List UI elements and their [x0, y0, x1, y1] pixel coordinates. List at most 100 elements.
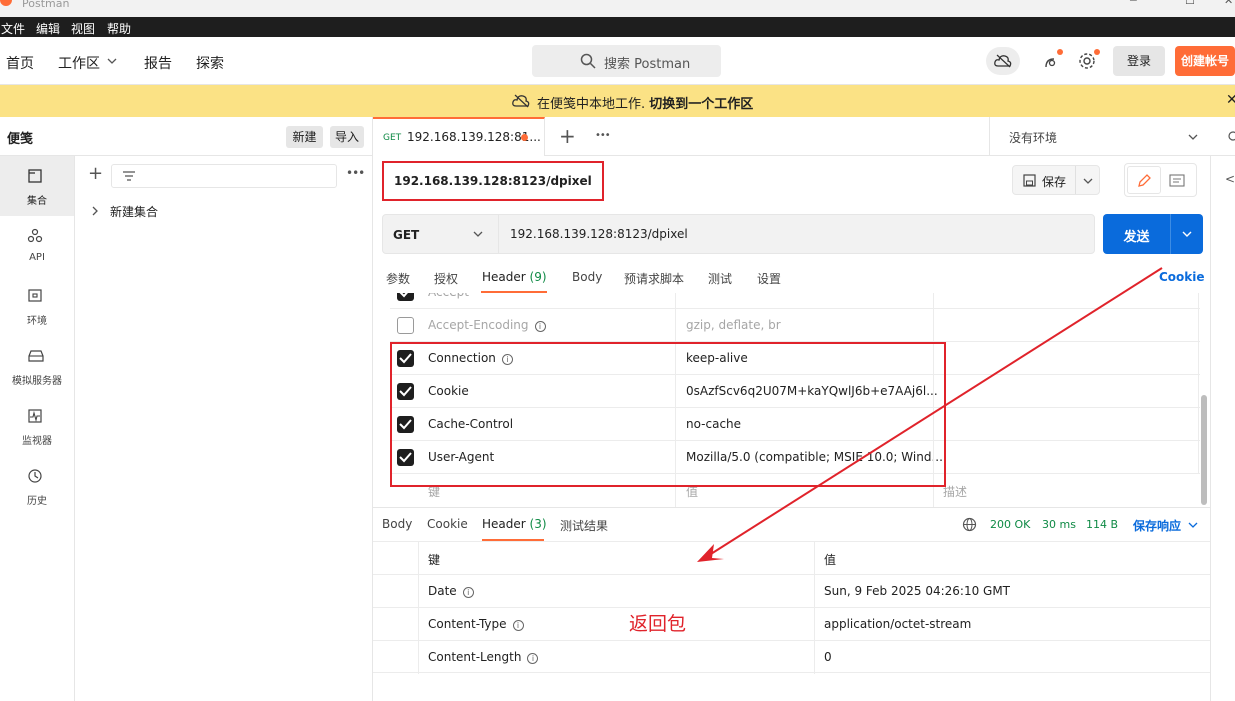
rail-collections[interactable]: 集合 — [0, 156, 74, 216]
rail-environments[interactable]: 环境 — [0, 276, 74, 336]
method-selector[interactable]: GET — [383, 215, 499, 253]
collection-filter-input[interactable] — [111, 164, 337, 188]
cookies-link[interactable]: Cookie — [1159, 270, 1205, 284]
annotation-highlight-box — [390, 342, 946, 487]
window-title: Postman — [22, 0, 70, 10]
save-response-button[interactable]: 保存响应 — [1133, 517, 1181, 534]
header-value[interactable]: * — [686, 293, 692, 299]
globe-icon[interactable] — [962, 517, 977, 532]
header-key[interactable]: Accept — [428, 293, 469, 299]
save-button[interactable]: 保存 — [1012, 165, 1100, 195]
right-context-rail: </ — [1210, 156, 1235, 701]
nav-reports[interactable]: 报告 — [144, 53, 172, 73]
app-header: 首页 工作区 报告 探索 搜索 Postman 登录 创建帐号 — [0, 37, 1235, 85]
close-window-icon[interactable]: ✕ — [1224, 0, 1233, 7]
satellite-icon[interactable] — [1043, 53, 1061, 69]
collections-pane: + ••• 新建集合 — [75, 156, 373, 701]
mock-server-icon — [28, 350, 44, 362]
request-tab[interactable]: GET 192.168.139.128:81... — [373, 117, 545, 156]
chevron-down-icon[interactable] — [1182, 231, 1192, 237]
comment-icon[interactable] — [1169, 174, 1185, 187]
chevron-down-icon — [473, 231, 483, 237]
save-divider — [1075, 166, 1076, 194]
response-time[interactable]: 30 ms — [1042, 518, 1076, 531]
view-mode-toggle — [1124, 163, 1197, 197]
collection-item[interactable]: 新建集合 — [110, 203, 158, 220]
header-checkbox[interactable] — [397, 293, 414, 301]
info-icon[interactable]: i — [512, 620, 524, 631]
chevron-down-icon[interactable] — [1083, 178, 1093, 184]
rail-monitors[interactable]: 监视器 — [0, 396, 74, 456]
new-description-input[interactable]: 描述 — [943, 483, 967, 500]
new-tab-icon[interactable]: + — [559, 124, 576, 148]
rail-label: API — [29, 252, 45, 263]
headers-scrollbar[interactable] — [1201, 395, 1207, 505]
new-button[interactable]: 新建 — [286, 126, 323, 148]
tab-method: GET — [383, 133, 402, 143]
more-options-icon[interactable]: ••• — [346, 166, 365, 180]
rail-api[interactable]: API — [0, 216, 74, 276]
info-icon[interactable]: i — [462, 587, 474, 598]
nav-explore[interactable]: 探索 — [196, 53, 224, 73]
chevron-right-icon[interactable] — [92, 206, 98, 216]
header-key[interactable]: Accept-Encoding i — [428, 318, 546, 332]
url-input[interactable]: 192.168.139.128:8123/dpixel — [510, 227, 688, 241]
cloud-off-icon — [994, 54, 1012, 68]
menu-view[interactable]: 视图 — [71, 20, 95, 37]
response-header-value: application/octet-stream — [824, 617, 972, 631]
tab-authorization[interactable]: 授权 — [434, 270, 458, 287]
save-disk-icon — [1023, 174, 1036, 187]
tab-headers-count: (9) — [529, 270, 547, 284]
tab-body[interactable]: Body — [572, 270, 602, 284]
response-tab-cookies[interactable]: Cookie — [427, 517, 468, 531]
menu-edit[interactable]: 编辑 — [36, 20, 60, 37]
response-header-value: 0 — [824, 650, 832, 664]
tab-settings[interactable]: 设置 — [757, 270, 781, 287]
nav-workspace[interactable]: 工作区 — [58, 53, 100, 73]
sync-status-button[interactable] — [986, 47, 1020, 75]
minimize-icon[interactable]: ─ — [1130, 0, 1137, 7]
nav-home[interactable]: 首页 — [6, 53, 34, 73]
global-search[interactable]: 搜索 Postman — [532, 45, 721, 77]
tab-options-icon[interactable]: ••• — [595, 130, 611, 141]
import-button[interactable]: 导入 — [330, 126, 364, 148]
chevron-down-icon — [1188, 134, 1198, 140]
close-banner-icon[interactable]: ✕ — [1226, 92, 1235, 108]
response-tab-bar: Body Cookie Header (3) 测试结果 200 OK 30 ms… — [373, 507, 1210, 541]
tab-tests[interactable]: 测试 — [708, 270, 732, 287]
switch-workspace-link[interactable]: 切换到一个工作区 — [649, 97, 753, 112]
response-tab-body[interactable]: Body — [382, 517, 412, 531]
header-checkbox[interactable] — [397, 317, 414, 334]
environment-selector[interactable]: 没有环境 — [989, 117, 1235, 156]
sidebar-icon-rail: 集合 API 环境 模拟服务器 监视器 历史 — [0, 156, 75, 701]
response-header-key-text: Content-Length — [428, 650, 522, 664]
request-tab-bar: GET 192.168.139.128:81... + ••• 没有环境 — [373, 117, 1235, 156]
tab-pre-request-script[interactable]: 预请求脚本 — [624, 270, 684, 287]
create-account-button[interactable]: 创建帐号 — [1175, 46, 1235, 76]
tab-headers[interactable]: Header (9) — [482, 270, 547, 284]
edit-mode-button[interactable] — [1127, 166, 1161, 194]
send-button[interactable]: 发送 — [1103, 214, 1203, 254]
rail-mock-servers[interactable]: 模拟服务器 — [0, 336, 74, 396]
response-tab-test-results[interactable]: 测试结果 — [560, 517, 608, 534]
maximize-icon[interactable]: ☐ — [1185, 0, 1195, 7]
tab-headers-label: Header — [482, 270, 526, 284]
chevron-down-icon[interactable] — [1188, 522, 1198, 528]
code-icon[interactable]: </ — [1225, 172, 1235, 186]
info-icon[interactable]: i — [527, 653, 539, 664]
header-value[interactable]: gzip, deflate, br — [686, 318, 781, 332]
add-collection-icon[interactable]: + — [88, 165, 103, 183]
response-tab-headers[interactable]: Header (3) — [482, 517, 547, 531]
table-row: Accept * — [390, 293, 1200, 309]
settings-gear-icon[interactable] — [1078, 52, 1096, 70]
menu-help[interactable]: 帮助 — [107, 20, 131, 37]
tab-params[interactable]: 参数 — [386, 270, 410, 287]
login-button[interactable]: 登录 — [1113, 46, 1165, 76]
response-size[interactable]: 114 B — [1086, 518, 1118, 531]
request-title[interactable]: 192.168.139.128:8123/dpixel — [394, 174, 592, 188]
chevron-down-icon[interactable] — [107, 58, 117, 64]
menu-file[interactable]: 文件 — [1, 20, 25, 37]
environment-quicklook-icon[interactable] — [1225, 131, 1235, 141]
response-status[interactable]: 200 OK — [990, 518, 1030, 531]
rail-history[interactable]: 历史 — [0, 456, 74, 516]
